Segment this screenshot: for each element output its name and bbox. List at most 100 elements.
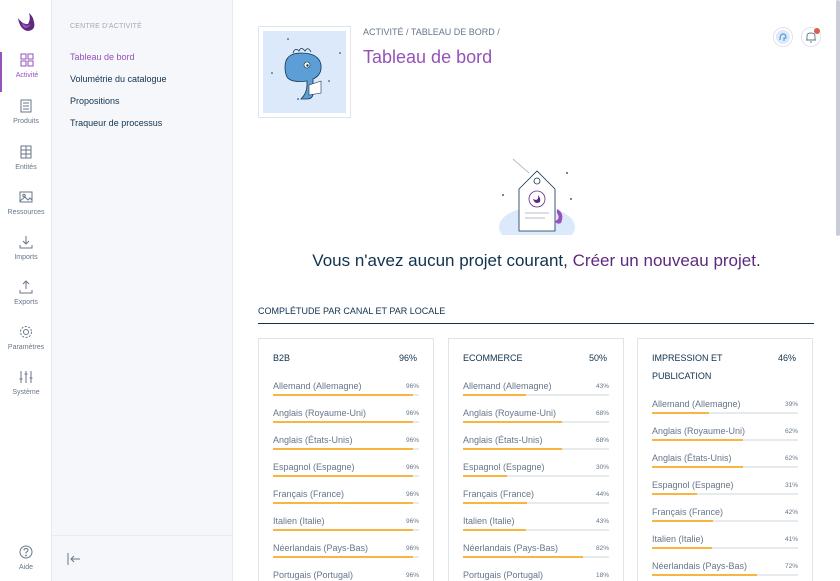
subnav-process-tracker[interactable]: Traqueur de processus <box>70 118 162 128</box>
locale-row: Anglais (Royaume-Uni) 68% <box>463 402 609 429</box>
empty-project-illustration-icon <box>499 158 575 235</box>
locale-progress-bar <box>273 448 419 450</box>
breadcrumb-dashboard[interactable]: TABLEAU DE BORD <box>411 27 495 37</box>
locale-progress-bar <box>273 421 419 423</box>
locale-progress-bar <box>652 574 798 576</box>
subnav-dashboard[interactable]: Tableau de bord <box>70 52 135 62</box>
locale-progress-bar <box>652 439 798 441</box>
locale-completeness: 62% <box>784 455 798 462</box>
locale-name: Néerlandais (Pays-Bas) <box>273 543 369 553</box>
notification-badge <box>814 28 820 34</box>
nav-settings[interactable]: Paramètres <box>0 324 52 364</box>
help-icon <box>19 545 33 559</box>
locale-completeness: 42% <box>784 509 798 516</box>
breadcrumb-activity[interactable]: ACTIVITÉ <box>363 27 404 37</box>
locale-row: Portugais (Portugal) 18% <box>463 564 609 581</box>
locale-row: Néerlandais (Pays-Bas) 82% <box>463 537 609 564</box>
locale-completeness: 62% <box>784 428 798 435</box>
locale-row: Espagnol (Espagne) 30% <box>463 456 609 483</box>
locale-progress-fill <box>273 394 414 396</box>
nav-system-label: Système <box>12 389 40 396</box>
nav-help[interactable]: Aide <box>0 544 52 581</box>
nav-assets[interactable]: Ressources <box>0 189 52 229</box>
locale-name: Allemand (Allemagne) <box>463 381 552 391</box>
create-project-link[interactable]: Créer un nouveau projet <box>573 251 756 270</box>
nav-help-label: Aide <box>18 564 33 571</box>
channel-card-header: B2B 96% <box>259 339 433 375</box>
locale-progress-bar <box>463 394 609 396</box>
locale-completeness: 43% <box>595 383 609 390</box>
system-icon <box>19 371 33 383</box>
nav-activity[interactable]: Activité <box>0 52 52 92</box>
locale-name: Néerlandais (Pays-Bas) <box>652 561 748 571</box>
locale-progress-fill <box>463 556 583 558</box>
locale-progress-bar <box>273 394 419 396</box>
locale-row: Français (France) 44% <box>463 483 609 510</box>
nav-settings-label: Paramètres <box>7 344 45 351</box>
channel-completeness: 50% <box>588 353 607 363</box>
locale-name: Allemand (Allemagne) <box>652 399 741 409</box>
section-divider <box>258 323 814 324</box>
monster-illustration-icon <box>271 38 341 100</box>
nav-products[interactable]: Produits <box>0 98 52 138</box>
locale-row: Anglais (États-Unis) 96% <box>273 429 419 456</box>
nav-exports[interactable]: Exports <box>0 279 52 319</box>
nav-entities-label: Entités <box>15 164 37 171</box>
assets-icon <box>19 191 33 203</box>
locale-completeness: 41% <box>784 536 798 543</box>
locale-row: Allemand (Allemagne) 43% <box>463 375 609 402</box>
locale-name: Néerlandais (Pays-Bas) <box>463 543 559 553</box>
activity-subnav-panel: Centre d'activité Tableau de bord Volumé… <box>52 0 233 581</box>
settings-icon <box>20 326 32 338</box>
locale-row: Portugais (Portugal) 96% <box>273 564 419 581</box>
dashboard-illustration <box>258 26 351 118</box>
locale-progress-bar <box>463 421 609 423</box>
locale-name: Allemand (Allemagne) <box>273 381 362 391</box>
locale-row: Espagnol (Espagne) 96% <box>273 456 419 483</box>
locale-name: Anglais (États-Unis) <box>463 435 543 445</box>
subnav-proposals[interactable]: Propositions <box>70 96 120 106</box>
locale-row: Espagnol (Espagne) 31% <box>652 474 798 501</box>
locale-completeness: 96% <box>405 545 419 552</box>
locale-row: Français (France) 42% <box>652 501 798 528</box>
locale-row: Anglais (États-Unis) 62% <box>652 447 798 474</box>
import-icon <box>19 236 33 249</box>
locale-progress-bar <box>652 412 798 414</box>
locale-progress-bar <box>652 466 798 468</box>
locale-name: Anglais (États-Unis) <box>273 435 353 445</box>
locale-row: Italien (Italie) 41% <box>652 528 798 555</box>
locale-progress-fill <box>273 502 414 504</box>
locale-progress-fill <box>463 394 526 396</box>
app-logo-icon[interactable] <box>14 10 38 34</box>
locale-row: Néerlandais (Pays-Bas) 72% <box>652 555 798 581</box>
nav-system[interactable]: Système <box>0 369 52 409</box>
page-title: Tableau de bord <box>363 47 493 67</box>
locale-progress-fill <box>463 529 526 531</box>
subnav-catalog-volume[interactable]: Volumétrie du catalogue <box>70 74 167 84</box>
locale-progress-bar <box>273 556 419 558</box>
nav-imports[interactable]: Imports <box>0 234 52 274</box>
locale-name: Portugais (Portugal) <box>463 570 544 580</box>
user-avatar-button[interactable] <box>773 27 793 47</box>
locale-progress-fill <box>652 493 698 495</box>
locale-row: Anglais (États-Unis) 68% <box>463 429 609 456</box>
locale-progress-bar <box>463 556 609 558</box>
main-scrollbar[interactable] <box>836 0 840 236</box>
channel-completeness: 46% <box>777 353 796 363</box>
channel-card-header: Impression et publication 46% <box>638 339 812 393</box>
locale-progress-fill <box>463 421 563 423</box>
locale-completeness: 43% <box>595 518 609 525</box>
panel-divider <box>52 535 233 536</box>
locale-name: Italien (Italie) <box>273 516 325 526</box>
nav-exports-label: Exports <box>14 299 38 306</box>
locale-completeness: 39% <box>784 401 798 408</box>
locale-name: Anglais (Royaume-Uni) <box>463 408 557 418</box>
notifications-button[interactable] <box>801 27 821 47</box>
channel-completeness: 96% <box>398 353 417 363</box>
nav-entities[interactable]: Entités <box>0 144 52 184</box>
collapse-panel-icon[interactable] <box>66 551 82 567</box>
breadcrumb: ACTIVITÉ / TABLEAU DE BORD / <box>363 27 500 37</box>
locale-row: Allemand (Allemagne) 96% <box>273 375 419 402</box>
channel-card: Ecommerce 50% Allemand (Allemagne) 43% Angla… <box>448 338 624 581</box>
locale-name: Italien (Italie) <box>463 516 515 526</box>
